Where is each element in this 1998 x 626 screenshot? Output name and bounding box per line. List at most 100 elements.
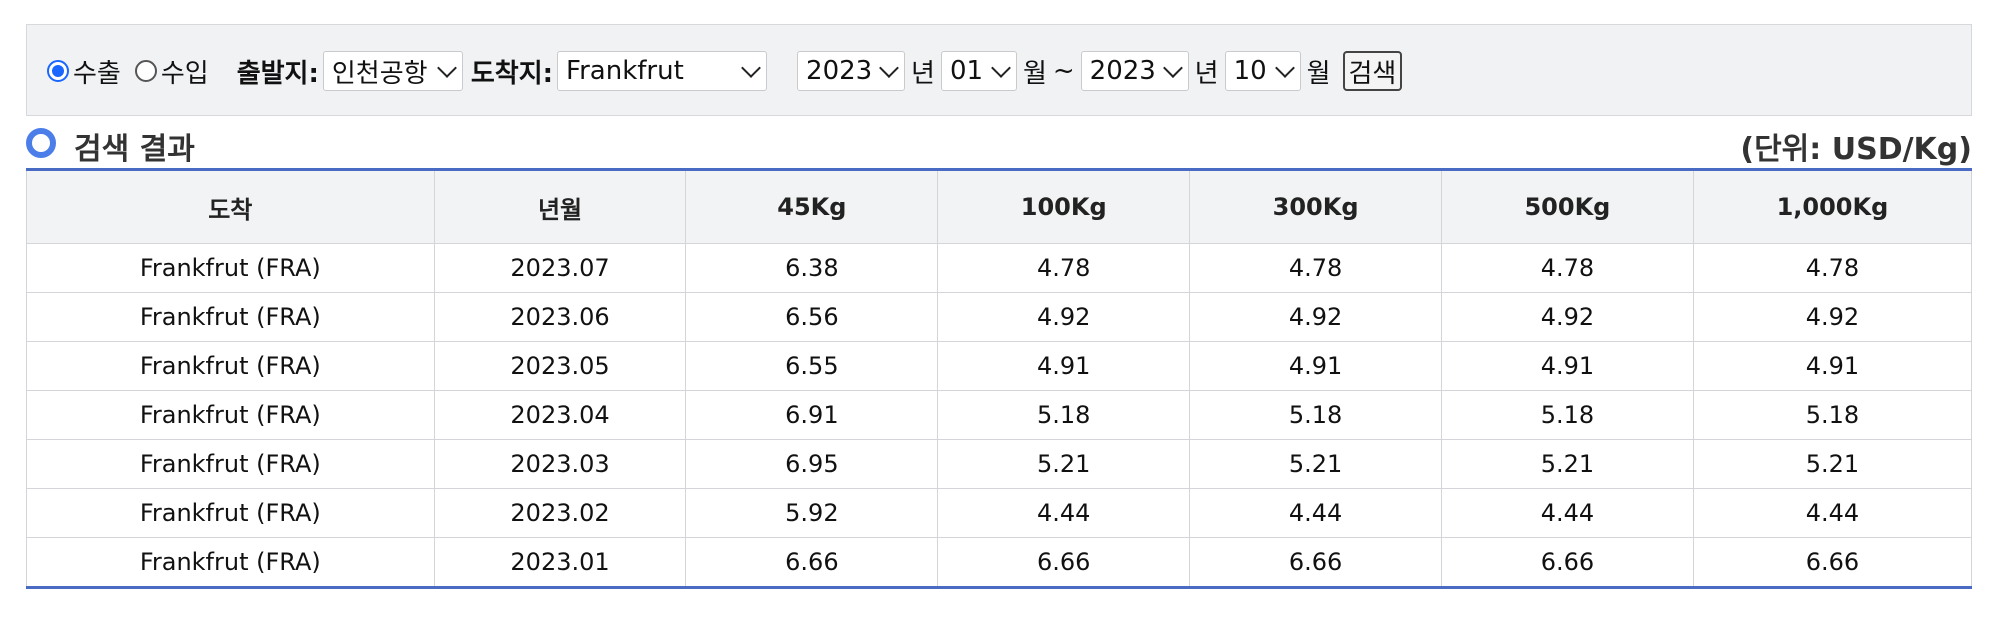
result-table-wrapper: 도착 년월 45Kg 100Kg 300Kg 500Kg 1,000Kg Fra… (26, 168, 1973, 589)
radio-export-label: 수출 (73, 58, 121, 89)
result-title: 검색 결과 (74, 132, 195, 167)
destination-select[interactable]: Frankfrut (557, 51, 768, 91)
radio-import[interactable]: 수입 (134, 53, 209, 90)
start-year-select[interactable]: 2023 (797, 51, 906, 91)
end-month-select[interactable]: 10 (1224, 51, 1301, 91)
destination-select-value: Frankfrut (566, 56, 684, 86)
search-controls: 수출 수입 출발지: 인천공항 도착지: Frankfrut 2023 년 01… (27, 25, 1403, 117)
cell-300kg: 4.91 (1189, 341, 1442, 391)
origin-label: 출발지: (236, 58, 319, 89)
search-button[interactable]: 검색 (1342, 51, 1403, 91)
chevron-down-icon (436, 58, 457, 78)
cell-arrival: Frankfrut (FRA) (26, 390, 435, 440)
chevron-down-icon (1162, 58, 1183, 78)
chevron-down-icon (1274, 58, 1295, 78)
header-500kg: 500Kg (1440, 169, 1694, 244)
cell-1000kg: 4.91 (1692, 341, 1973, 391)
cell-300kg: 4.78 (1189, 243, 1442, 293)
origin-select-value: 인천공항 (331, 58, 428, 89)
radio-import-label: 수입 (160, 58, 209, 89)
cell-45kg: 5.92 (685, 488, 939, 538)
cell-500kg: 5.18 (1440, 390, 1694, 440)
origin-select[interactable]: 인천공항 (322, 51, 463, 91)
cell-100kg: 6.66 (937, 537, 1191, 588)
cell-1000kg: 5.18 (1692, 390, 1973, 440)
radio-export[interactable]: 수출 (47, 53, 121, 90)
end-month-value: 10 (1233, 56, 1267, 86)
radio-export-button[interactable] (47, 60, 69, 82)
cell-year-month: 2023.01 (433, 537, 687, 588)
cell-45kg: 6.91 (685, 390, 939, 440)
search-bar: 수출 수입 출발지: 인천공항 도착지: Frankfrut 2023 년 01… (26, 24, 1972, 116)
header-100kg: 100Kg (937, 169, 1191, 244)
cell-year-month: 2023.02 (433, 488, 687, 538)
cell-300kg: 4.92 (1189, 292, 1442, 342)
chevron-down-icon (991, 58, 1011, 78)
cell-arrival: Frankfrut (FRA) (26, 341, 435, 391)
cell-arrival: Frankfrut (FRA) (26, 488, 435, 538)
table-row: Frankfrut (FRA) 2023.02 5.92 4.44 4.44 4.44 4.… (26, 488, 1973, 538)
cell-year-month: 2023.05 (433, 341, 687, 391)
table-row: Frankfrut (FRA) 2023.06 6.56 4.92 4.92 4.92 4.… (26, 292, 1973, 342)
header-year-month: 년월 (433, 169, 687, 244)
cell-500kg: 6.66 (1440, 537, 1694, 588)
start-year-value: 2023 (806, 56, 873, 86)
start-month-select[interactable]: 01 (940, 51, 1017, 91)
cell-year-month: 2023.06 (433, 292, 687, 342)
unit-note: (단위: USD/Kg) (1740, 132, 1972, 167)
cell-100kg: 4.44 (937, 488, 1191, 538)
month-unit: 월 (1306, 58, 1331, 89)
end-year-select[interactable]: 2023 (1080, 51, 1189, 91)
table-row: Frankfrut (FRA) 2023.03 6.95 5.21 5.21 5.21 5.… (26, 439, 1973, 489)
cell-year-month: 2023.03 (433, 439, 687, 489)
cell-300kg: 5.21 (1189, 439, 1442, 489)
year-unit: 년 (1194, 58, 1219, 89)
cell-500kg: 5.21 (1440, 439, 1694, 489)
cell-500kg: 4.44 (1440, 488, 1694, 538)
cell-year-month: 2023.04 (433, 390, 687, 440)
cell-1000kg: 4.92 (1692, 292, 1973, 342)
result-header: 검색 결과 (단위: USD/Kg) (26, 124, 1972, 168)
cell-arrival: Frankfrut (FRA) (26, 243, 435, 293)
chevron-down-icon (741, 58, 761, 78)
table-row: Frankfrut (FRA) 2023.04 6.91 5.18 5.18 5.18 5.… (26, 390, 1973, 440)
cell-1000kg: 6.66 (1692, 537, 1973, 588)
header-45kg: 45Kg (685, 169, 939, 244)
destination-label: 도착지: (470, 58, 554, 89)
cell-45kg: 6.56 (685, 292, 939, 342)
range-separator: ~ (1052, 56, 1075, 86)
cell-100kg: 4.78 (937, 243, 1191, 293)
table-header-row: 도착 년월 45Kg 100Kg 300Kg 500Kg 1,000Kg (26, 169, 1973, 244)
header-300kg: 300Kg (1189, 169, 1442, 244)
cell-45kg: 6.55 (685, 341, 939, 391)
cell-45kg: 6.95 (685, 439, 939, 489)
table-body: Frankfrut (FRA) 2023.07 6.38 4.78 4.78 4.78 4.… (26, 243, 1973, 588)
cell-500kg: 4.78 (1440, 243, 1694, 293)
cell-300kg: 5.18 (1189, 390, 1442, 440)
radio-import-button[interactable] (134, 60, 157, 82)
cell-100kg: 4.91 (937, 341, 1191, 391)
header-1000kg: 1,000Kg (1692, 169, 1973, 244)
year-unit: 년 (911, 58, 935, 89)
cell-100kg: 5.21 (937, 439, 1191, 489)
end-year-value: 2023 (1089, 56, 1156, 86)
start-month-value: 01 (949, 56, 984, 86)
result-table: 도착 년월 45Kg 100Kg 300Kg 500Kg 1,000Kg Fra… (26, 168, 1973, 589)
table-row: Frankfrut (FRA) 2023.01 6.66 6.66 6.66 6.66 6.… (26, 537, 1973, 588)
cell-1000kg: 4.78 (1692, 243, 1973, 293)
cell-300kg: 6.66 (1189, 537, 1442, 588)
cell-500kg: 4.92 (1440, 292, 1694, 342)
cell-45kg: 6.38 (685, 243, 939, 293)
cell-300kg: 4.44 (1189, 488, 1442, 538)
header-arrival: 도착 (26, 169, 435, 244)
cell-100kg: 4.92 (937, 292, 1191, 342)
cell-1000kg: 4.44 (1692, 488, 1973, 538)
cell-500kg: 4.91 (1440, 341, 1694, 391)
table-row: Frankfrut (FRA) 2023.07 6.38 4.78 4.78 4.78 4.… (26, 243, 1973, 293)
cell-arrival: Frankfrut (FRA) (26, 439, 435, 489)
table-row: Frankfrut (FRA) 2023.05 6.55 4.91 4.91 4.91 4.… (26, 341, 1973, 391)
chevron-down-icon (879, 58, 899, 78)
month-unit: 월 (1022, 58, 1047, 89)
cell-arrival: Frankfrut (FRA) (26, 537, 435, 588)
cell-1000kg: 5.21 (1692, 439, 1973, 489)
